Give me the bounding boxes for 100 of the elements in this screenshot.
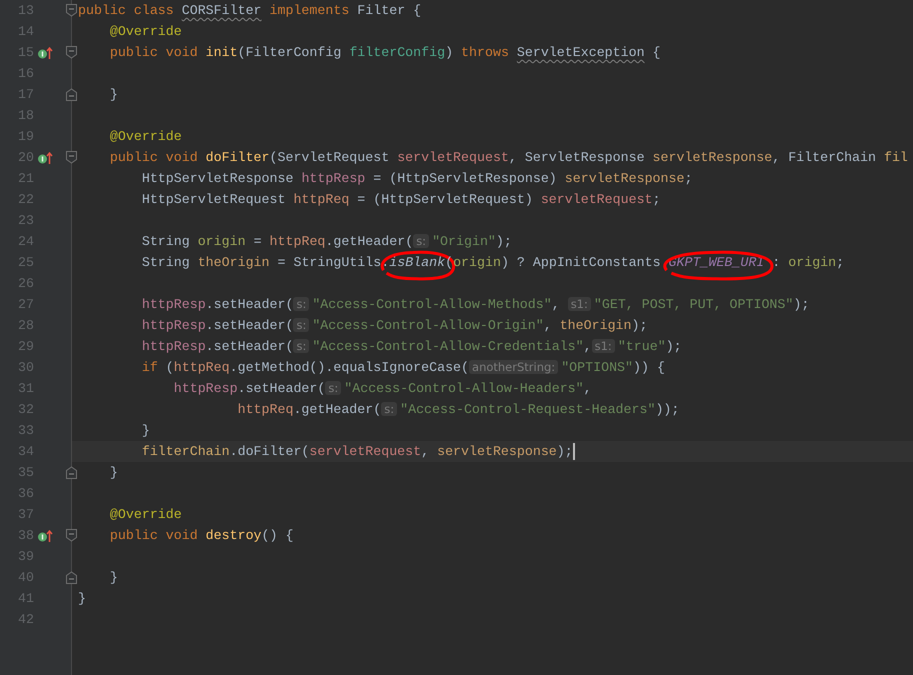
- code-token: }: [140, 423, 150, 438]
- code-token: filterConfig: [349, 45, 446, 60]
- code-token: httpResp: [140, 339, 206, 354]
- code-token: }: [108, 570, 118, 585]
- code-token: ,: [552, 297, 561, 312]
- code-token: String: [140, 255, 191, 270]
- code-token: );: [632, 318, 648, 333]
- code-token: "true": [618, 339, 666, 354]
- code-token: "GET, POST, PUT, OPTIONS": [594, 297, 794, 312]
- parameter-hint: s:: [293, 297, 310, 311]
- code-token: filterChain: [140, 444, 230, 459]
- code-token: "Access-Control-Allow-Credentials": [312, 339, 584, 354]
- parameter-hint: anotherString:: [469, 360, 558, 374]
- code-token: ;: [836, 255, 844, 270]
- code-token: .getMethod().equalsIgnoreCase(: [230, 360, 470, 375]
- code-token: (: [166, 360, 174, 375]
- code-token: ,: [421, 444, 430, 459]
- fold-icon[interactable]: [66, 466, 77, 479]
- code-token: = (HttpServletRequest): [356, 192, 534, 207]
- code-token: servletResponse: [437, 444, 557, 459]
- code-token: , FilterChain: [772, 150, 877, 165]
- code-token: init: [206, 45, 238, 60]
- code-token: @Override: [108, 24, 182, 39]
- fold-icon[interactable]: [66, 4, 77, 17]
- code-token: httpResp: [140, 297, 206, 312]
- code-token: );: [666, 339, 682, 354]
- code-token: }: [108, 465, 118, 480]
- code-token: destroy: [206, 528, 262, 543]
- code-token: ;: [652, 192, 661, 207]
- code-token: .doFilter(: [230, 444, 310, 459]
- code-token: servletRequest: [309, 444, 422, 459]
- code-token: origin: [788, 255, 836, 270]
- code-token: ,: [544, 318, 553, 333]
- code-token: httpReq: [174, 360, 230, 375]
- code-token: if: [140, 360, 159, 375]
- fold-icon[interactable]: [66, 529, 77, 542]
- code-token: (FilterConfig: [238, 45, 342, 60]
- code-token: "Access-Control-Allow-Methods": [312, 297, 552, 312]
- code-token: servletRequest: [397, 150, 509, 165]
- fold-icon[interactable]: [66, 151, 77, 164]
- code-token: .setHeader(: [206, 318, 294, 333]
- parameter-hint: s:: [293, 339, 310, 353]
- code-token: public void: [108, 150, 199, 165]
- code-token: "Access-Control-Request-Headers": [400, 402, 656, 417]
- code-token: :: [771, 255, 782, 270]
- fold-icon[interactable]: [66, 46, 77, 59]
- code-token: HttpServletResponse: [140, 171, 294, 186]
- code-token: public void: [108, 45, 199, 60]
- code-token: @Override: [108, 507, 182, 522]
- implementation-marker-icon[interactable]: [37, 150, 53, 164]
- code-token: servletResponse: [564, 171, 684, 186]
- code-token: CORSFilter: [182, 3, 262, 18]
- code-token: httpReq: [293, 192, 350, 207]
- code-token: (ServletRequest: [270, 150, 390, 165]
- code-token: ) ? AppInitConstants.: [500, 255, 669, 270]
- code-token: "Origin": [432, 234, 496, 249]
- code-token: HttpServletRequest: [140, 192, 286, 207]
- code-token: );: [496, 234, 512, 249]
- code-token: .getHeader(: [293, 402, 382, 417]
- code-token: Filter {: [357, 3, 422, 18]
- code-token: httpResp: [301, 171, 366, 186]
- code-token: ): [445, 45, 454, 60]
- parameter-hint: s:: [381, 402, 398, 416]
- parameter-hint: s:: [293, 318, 310, 332]
- code-token: servletResponse: [652, 150, 772, 165]
- code-token: )) {: [633, 360, 665, 375]
- code-token: httpResp: [172, 381, 238, 396]
- code-token: theOrigin: [198, 255, 270, 270]
- code-token: }: [108, 87, 118, 102]
- implementation-marker-icon[interactable]: [37, 528, 53, 542]
- code-token: .getHeader(: [325, 234, 414, 249]
- code-token: servletRequest: [540, 192, 653, 207]
- code-token: public class: [78, 3, 175, 18]
- code-token: .setHeader(: [206, 339, 294, 354]
- code-token: String: [140, 234, 191, 249]
- code-token: httpResp: [140, 318, 206, 333]
- code-token: httpReq: [236, 402, 294, 417]
- code-token: .setHeader(: [206, 297, 294, 312]
- code-token: isBlank: [389, 255, 446, 270]
- code-token: ,: [584, 339, 592, 354]
- text-caret: [572, 442, 575, 460]
- code-token: () {: [262, 528, 294, 543]
- code-token: throws: [461, 45, 510, 60]
- code-token: {: [652, 45, 661, 60]
- code-token: doFilter: [206, 150, 270, 165]
- implementation-marker-icon[interactable]: [37, 46, 53, 60]
- fold-icon[interactable]: [66, 571, 77, 584]
- code-token: "Access-Control-Allow-Origin": [312, 318, 544, 333]
- code-token: , ServletResponse: [508, 150, 646, 165]
- code-token: @Override: [108, 129, 182, 144]
- code-token: =: [252, 234, 263, 249]
- fold-icon[interactable]: [66, 88, 77, 101]
- code-token: );: [556, 444, 573, 459]
- code-token: origin: [453, 255, 501, 270]
- parameter-hint: s:: [325, 381, 342, 395]
- code-token: }: [78, 591, 86, 606]
- code-token: = (HttpServletResponse): [372, 171, 558, 186]
- code-token: implements: [268, 3, 350, 18]
- code-token: "OPTIONS": [561, 360, 634, 375]
- code-token: public void: [108, 528, 199, 543]
